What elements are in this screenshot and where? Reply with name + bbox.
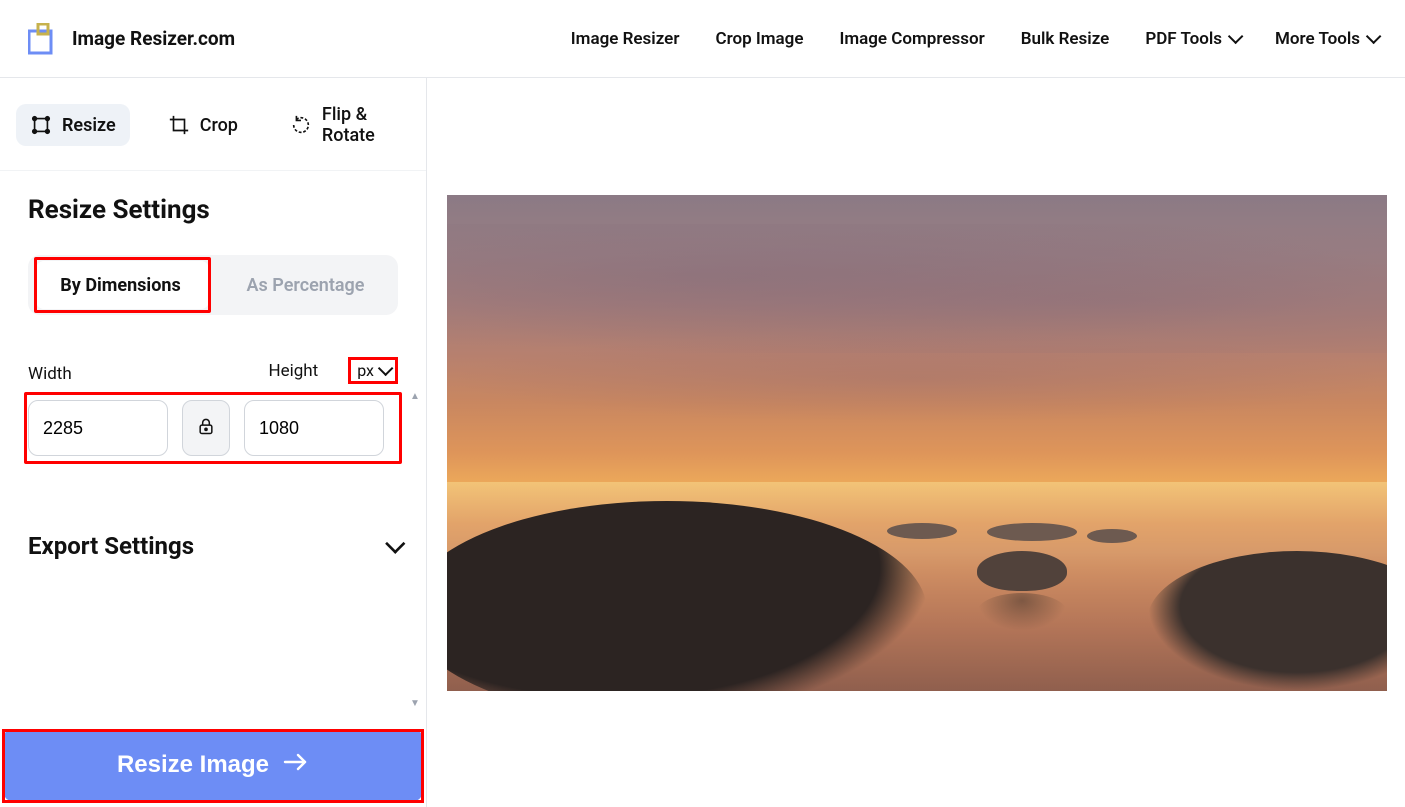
brand-name: Image Resizer.com (72, 27, 235, 50)
mode-label: By Dimensions (60, 275, 180, 296)
arrow-right-icon (283, 751, 309, 780)
tool-label: Flip & Rotate (322, 104, 396, 146)
scroll-down-indicator: ▼ (408, 698, 422, 709)
nav-label: Image Resizer (571, 29, 680, 49)
tab-flip-rotate[interactable]: Flip & Rotate (276, 94, 410, 156)
mode-label: As Percentage (247, 275, 365, 296)
main: Resize Crop Flip & Rotate (0, 78, 1405, 807)
lock-icon (196, 415, 216, 441)
width-label: Width (28, 364, 72, 384)
resize-icon (30, 114, 52, 136)
mode-as-percentage[interactable]: As Percentage (213, 255, 398, 315)
lock-aspect-button[interactable] (182, 400, 230, 456)
nav-image-compressor[interactable]: Image Compressor (839, 29, 984, 49)
top-nav: Image Resizer Crop Image Image Compresso… (571, 29, 1377, 49)
tab-crop[interactable]: Crop (154, 104, 252, 146)
resize-button-wrap: Resize Image (0, 729, 426, 807)
chevron-down-icon (1366, 29, 1377, 49)
export-title: Export Settings (28, 532, 194, 560)
chevron-down-icon (385, 534, 399, 559)
chevron-down-icon (378, 361, 389, 380)
tool-label: Resize (62, 115, 116, 136)
resize-settings: Resize Settings By Dimensions As Percent… (0, 171, 426, 729)
sidebar: Resize Crop Flip & Rotate (0, 78, 427, 807)
width-input[interactable] (28, 400, 168, 456)
unit-select[interactable]: px (348, 357, 398, 384)
settings-heading: Resize Settings (28, 195, 398, 225)
nav-bulk-resize[interactable]: Bulk Resize (1021, 29, 1110, 49)
nav-label: PDF Tools (1145, 29, 1222, 49)
mode-by-dimensions[interactable]: By Dimensions (28, 255, 213, 315)
tool-tabs: Resize Crop Flip & Rotate (0, 78, 426, 171)
scroll-up-indicator: ▲ (408, 391, 422, 402)
nav-crop-image[interactable]: Crop Image (715, 29, 803, 49)
crop-icon (168, 114, 190, 136)
height-input[interactable] (244, 400, 384, 456)
unit-value: px (357, 361, 374, 380)
dimension-row (28, 394, 398, 462)
cta-label: Resize Image (117, 751, 269, 779)
dimension-labels: Width Height px (28, 357, 398, 384)
nav-image-resizer[interactable]: Image Resizer (571, 29, 680, 49)
nav-label: Bulk Resize (1021, 29, 1110, 49)
chevron-down-icon (1228, 29, 1239, 49)
header: Image Resizer.com Image Resizer Crop Ima… (0, 0, 1405, 78)
preview-pane (427, 78, 1405, 807)
tab-resize[interactable]: Resize (16, 104, 130, 146)
logo[interactable]: Image Resizer.com (28, 23, 235, 55)
tool-label: Crop (200, 115, 238, 136)
rotate-icon (290, 114, 312, 136)
nav-label: Image Compressor (839, 29, 984, 49)
preview-image (447, 195, 1387, 691)
nav-label: More Tools (1275, 29, 1360, 49)
export-settings-toggle[interactable]: Export Settings (28, 532, 398, 560)
nav-label: Crop Image (715, 29, 803, 49)
logo-icon (28, 23, 60, 55)
height-label: Height (268, 361, 318, 381)
mode-tabs: By Dimensions As Percentage (28, 255, 398, 315)
resize-image-button[interactable]: Resize Image (4, 729, 422, 801)
nav-pdf-tools[interactable]: PDF Tools (1145, 29, 1239, 49)
nav-more-tools[interactable]: More Tools (1275, 29, 1377, 49)
